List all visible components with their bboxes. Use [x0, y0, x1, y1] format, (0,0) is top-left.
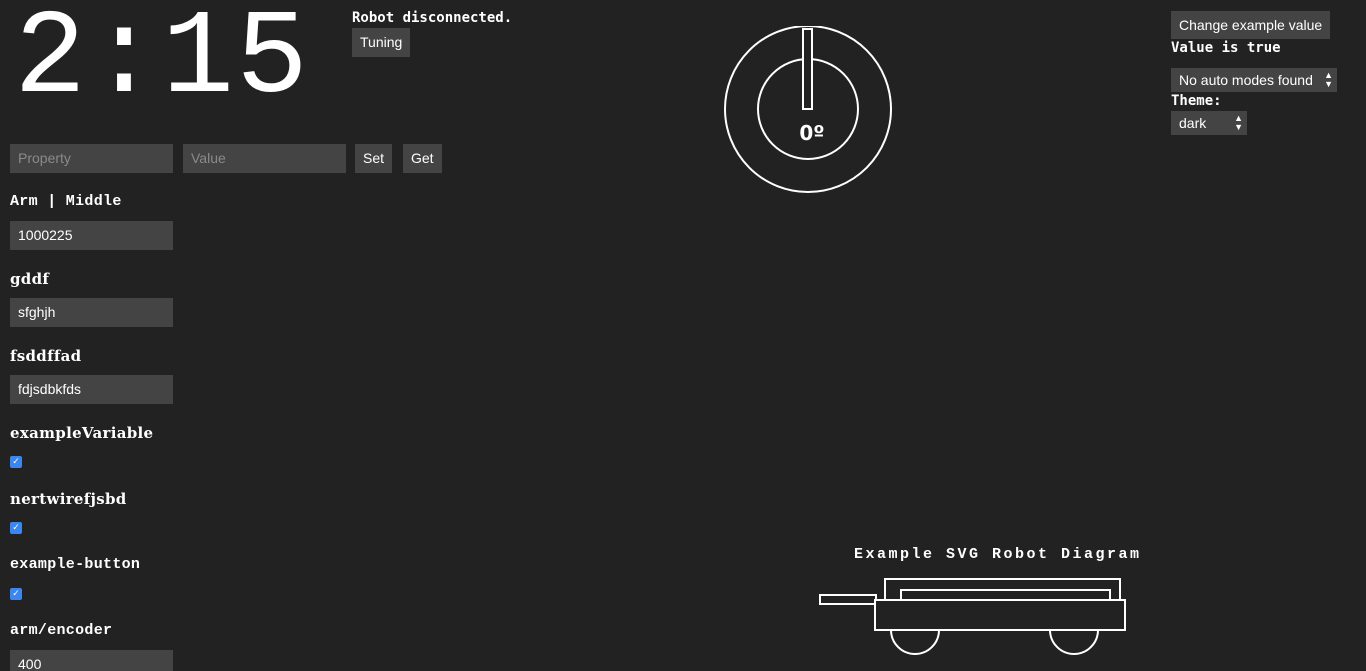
set-button[interactable]: Set — [355, 144, 393, 173]
variable-input[interactable] — [10, 221, 173, 250]
variable-label: arm/encoder — [10, 622, 113, 639]
variable-label: example-button — [10, 556, 141, 573]
value-input[interactable] — [183, 144, 346, 173]
robot-arm — [819, 594, 877, 605]
property-input[interactable] — [10, 144, 173, 173]
select-arrows-icon: ▲ ▼ — [1234, 113, 1243, 132]
robot-status: Robot disconnected. — [352, 10, 513, 26]
variable-checkbox[interactable]: ✓ — [10, 456, 22, 468]
theme-label: Theme: — [1171, 93, 1222, 109]
robot-diagram-title: Example SVG Robot Diagram — [854, 546, 1142, 563]
value-status-text: Value is true — [1171, 40, 1281, 56]
theme-select[interactable]: dark ▲ ▼ — [1171, 111, 1247, 135]
robot-rear-wheel — [1049, 629, 1099, 655]
variable-label: fsddffad — [10, 347, 82, 365]
variable-checkbox[interactable]: ✓ — [10, 588, 22, 600]
variable-label: gddf — [10, 270, 50, 288]
variable-label: nertwirefjsbd — [10, 490, 127, 508]
gyro-needle — [802, 28, 813, 110]
variable-input[interactable] — [10, 650, 173, 671]
robot-front-wheel — [890, 629, 940, 655]
robot-diagram — [819, 578, 1126, 655]
variable-input[interactable] — [10, 298, 173, 327]
variable-checkbox[interactable]: ✓ — [10, 522, 22, 534]
get-button[interactable]: Get — [403, 144, 442, 173]
match-timer: 2:15 — [14, 0, 311, 128]
auto-mode-select[interactable]: No auto modes found ▲ ▼ — [1171, 68, 1337, 92]
change-example-value-button[interactable]: Change example value — [1171, 11, 1331, 39]
variable-label: exampleVariable — [10, 424, 154, 442]
auto-mode-selected: No auto modes found — [1179, 72, 1313, 88]
variable-label: Arm | Middle — [10, 193, 122, 210]
theme-selected: dark — [1179, 115, 1207, 131]
variable-input[interactable] — [10, 375, 173, 404]
select-arrows-icon: ▲ ▼ — [1324, 70, 1333, 89]
gyro-readout: 0º — [799, 121, 824, 145]
gyro-widget: 0º — [724, 26, 892, 193]
tuning-button[interactable]: Tuning — [352, 28, 411, 57]
robot-chassis — [874, 599, 1126, 631]
